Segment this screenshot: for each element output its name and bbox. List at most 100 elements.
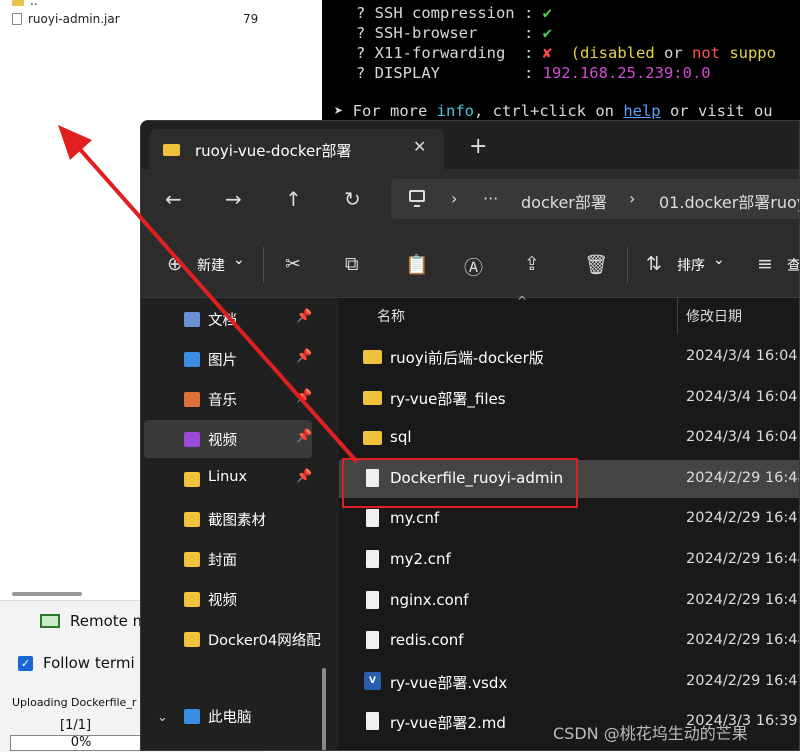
- folder-icon: [184, 632, 200, 647]
- follow-terminal-checkbox[interactable]: ✓ Follow termi: [18, 654, 135, 672]
- delete-icon[interactable]: 🗑: [584, 253, 608, 276]
- sidebar-item[interactable]: 视频 📌: [144, 420, 312, 458]
- file-row[interactable]: nginx.conf 2024/2/29 16:47: [339, 582, 799, 620]
- file-name: my.cnf: [390, 509, 440, 528]
- sidebar-item-label: 图片: [208, 353, 237, 369]
- new-button[interactable]: 新建: [197, 255, 225, 275]
- toolbar-divider: [263, 247, 264, 283]
- paste-icon[interactable]: 📋: [405, 253, 429, 276]
- cut-icon[interactable]: ✂: [285, 253, 301, 275]
- chevron-down-icon[interactable]: ⌄: [713, 252, 725, 268]
- help-link[interactable]: help: [623, 102, 660, 120]
- column-date-header[interactable]: 修改日期: [686, 306, 742, 326]
- folder-icon: [184, 552, 200, 567]
- column-name-header[interactable]: 名称: [377, 306, 405, 326]
- file-icon: [366, 631, 379, 650]
- file-modified-date: 2024/2/29 16:47: [686, 672, 800, 689]
- file-icon: [366, 590, 379, 609]
- file-name: nginx.conf: [390, 590, 469, 609]
- command-bar: ⊕ 新建 ⌄ ✂ ⧉ 📋 Ⓐ ⇪ 🗑 ⇅ 排序 ⌄ ≡ 查: [141, 231, 799, 298]
- file-icon: [12, 13, 22, 25]
- folder-icon: [184, 352, 200, 367]
- file-row[interactable]: ry-vue部署_files 2024/3/4 16:04: [339, 379, 799, 417]
- sidebar-item[interactable]: 视频: [144, 580, 312, 618]
- close-icon[interactable]: ✕: [413, 137, 426, 156]
- back-arrow-icon[interactable]: ←: [165, 187, 182, 211]
- breadcrumb-docker-deploy[interactable]: docker部署: [521, 189, 607, 213]
- sftp-parent-dir-row[interactable]: ..: [12, 0, 38, 8]
- upload-count: [1/1]: [60, 718, 92, 733]
- pin-icon[interactable]: 📌: [296, 429, 312, 444]
- view-icon[interactable]: ≡: [757, 253, 773, 275]
- pin-icon[interactable]: 📌: [296, 309, 312, 324]
- file-icon: [366, 550, 379, 568]
- folder-icon: [184, 312, 200, 327]
- file-name: ry-vue部署_files: [390, 389, 506, 408]
- sidebar-item[interactable]: 截图素材: [144, 500, 312, 538]
- checkbox-checked-icon: ✓: [18, 655, 33, 671]
- view-button[interactable]: 查: [787, 255, 799, 275]
- sort-button[interactable]: 排序: [677, 255, 705, 275]
- remote-monitoring-tab[interactable]: Remote m: [40, 612, 147, 630]
- tab-bar: ruoyi-vue-docker部署 ✕ +: [141, 121, 799, 169]
- chevron-down-icon[interactable]: ⌄: [233, 252, 245, 268]
- upload-progress-bar: 0%: [10, 735, 152, 751]
- sidebar-item[interactable]: 文档 📌: [144, 300, 312, 338]
- sidebar-item[interactable]: Linux 📌: [144, 460, 312, 498]
- file-name: my2.cnf: [390, 550, 451, 568]
- sidebar-item[interactable]: 封面: [144, 540, 312, 578]
- sidebar-item-this-pc[interactable]: 此电脑: [144, 697, 312, 735]
- folder-icon: [184, 432, 200, 447]
- up-arrow-icon[interactable]: ↑: [285, 187, 302, 211]
- file-modified-date: 2024/2/29 16:47: [686, 510, 800, 527]
- forward-arrow-icon[interactable]: →: [225, 187, 242, 211]
- terminal-line-ssh-compression: ? SSH compression : ✔: [356, 4, 552, 22]
- sort-icon[interactable]: ⇅: [646, 253, 662, 275]
- sidebar-scrollbar[interactable]: [322, 668, 326, 750]
- sidebar-item-label: Linux: [208, 469, 248, 485]
- sftp-file-name: ruoyi-admin.jar: [28, 12, 120, 26]
- file-modified-date: 2024/3/4 16:04: [686, 388, 798, 405]
- file-name: ry-vue部署.vsdx: [390, 673, 508, 692]
- file-row[interactable]: ruoyi前后端-docker版 2024/3/4 16:04: [339, 338, 799, 376]
- file-row[interactable]: sql 2024/3/4 16:04: [339, 419, 799, 457]
- folder-icon: [363, 390, 382, 405]
- sftp-file-row[interactable]: ruoyi-admin.jar: [12, 12, 120, 26]
- panel-resize-handle[interactable]: [12, 592, 82, 596]
- file-name: ry-vue部署2.md: [390, 714, 506, 733]
- column-divider[interactable]: [677, 298, 678, 334]
- share-icon[interactable]: ⇪: [524, 253, 540, 275]
- new-tab-button[interactable]: +: [469, 136, 487, 158]
- sidebar-item[interactable]: 图片 📌: [144, 340, 312, 378]
- file-icon: [366, 712, 379, 731]
- terminal[interactable]: ? SSH compression : ✔ ? SSH-browser : ✔ …: [322, 0, 800, 140]
- file-row[interactable]: my2.cnf 2024/2/29 16:48: [339, 541, 799, 579]
- sidebar-item-label: 文档: [208, 313, 237, 329]
- new-plus-icon[interactable]: ⊕: [167, 253, 183, 275]
- breadcrumb-current-folder[interactable]: 01.docker部署ruoy: [659, 189, 799, 213]
- rename-icon[interactable]: Ⓐ: [464, 253, 483, 280]
- toolbar-divider: [627, 247, 628, 283]
- sidebar-item[interactable]: 音乐 📌: [144, 380, 312, 418]
- address-bar[interactable]: › ··· docker部署 › 01.docker部署ruoy: [391, 179, 799, 219]
- pin-icon[interactable]: 📌: [296, 469, 312, 484]
- sidebar-item-label: Docker04网络配: [208, 633, 321, 649]
- folder-up-icon: [12, 0, 24, 6]
- file-name: ruoyi前后端-docker版: [390, 349, 544, 367]
- folder-icon: [184, 512, 200, 527]
- upload-progress-text: 0%: [70, 735, 92, 750]
- file-row[interactable]: Vry-vue部署.vsdx 2024/2/29 16:47: [339, 663, 800, 701]
- sidebar-item-label: 此电脑: [208, 710, 252, 726]
- sidebar-item[interactable]: Docker04网络配: [144, 620, 321, 658]
- tab-ruoyi-vue-docker[interactable]: ruoyi-vue-docker部署 ✕: [149, 129, 444, 169]
- upload-status: Uploading Dockerfile_r: [12, 696, 137, 709]
- file-row[interactable]: redis.conf 2024/2/29 16:48: [339, 622, 799, 660]
- breadcrumb-separator: ›: [451, 189, 458, 208]
- refresh-icon[interactable]: ↻: [344, 187, 361, 211]
- pin-icon[interactable]: 📌: [296, 349, 312, 364]
- pin-icon[interactable]: 📌: [296, 389, 312, 404]
- file-modified-date: 2024/3/4 16:04: [686, 348, 798, 364]
- copy-icon[interactable]: ⧉: [345, 253, 359, 275]
- breadcrumb-ellipsis[interactable]: ···: [483, 189, 498, 208]
- computer-icon: [409, 190, 425, 207]
